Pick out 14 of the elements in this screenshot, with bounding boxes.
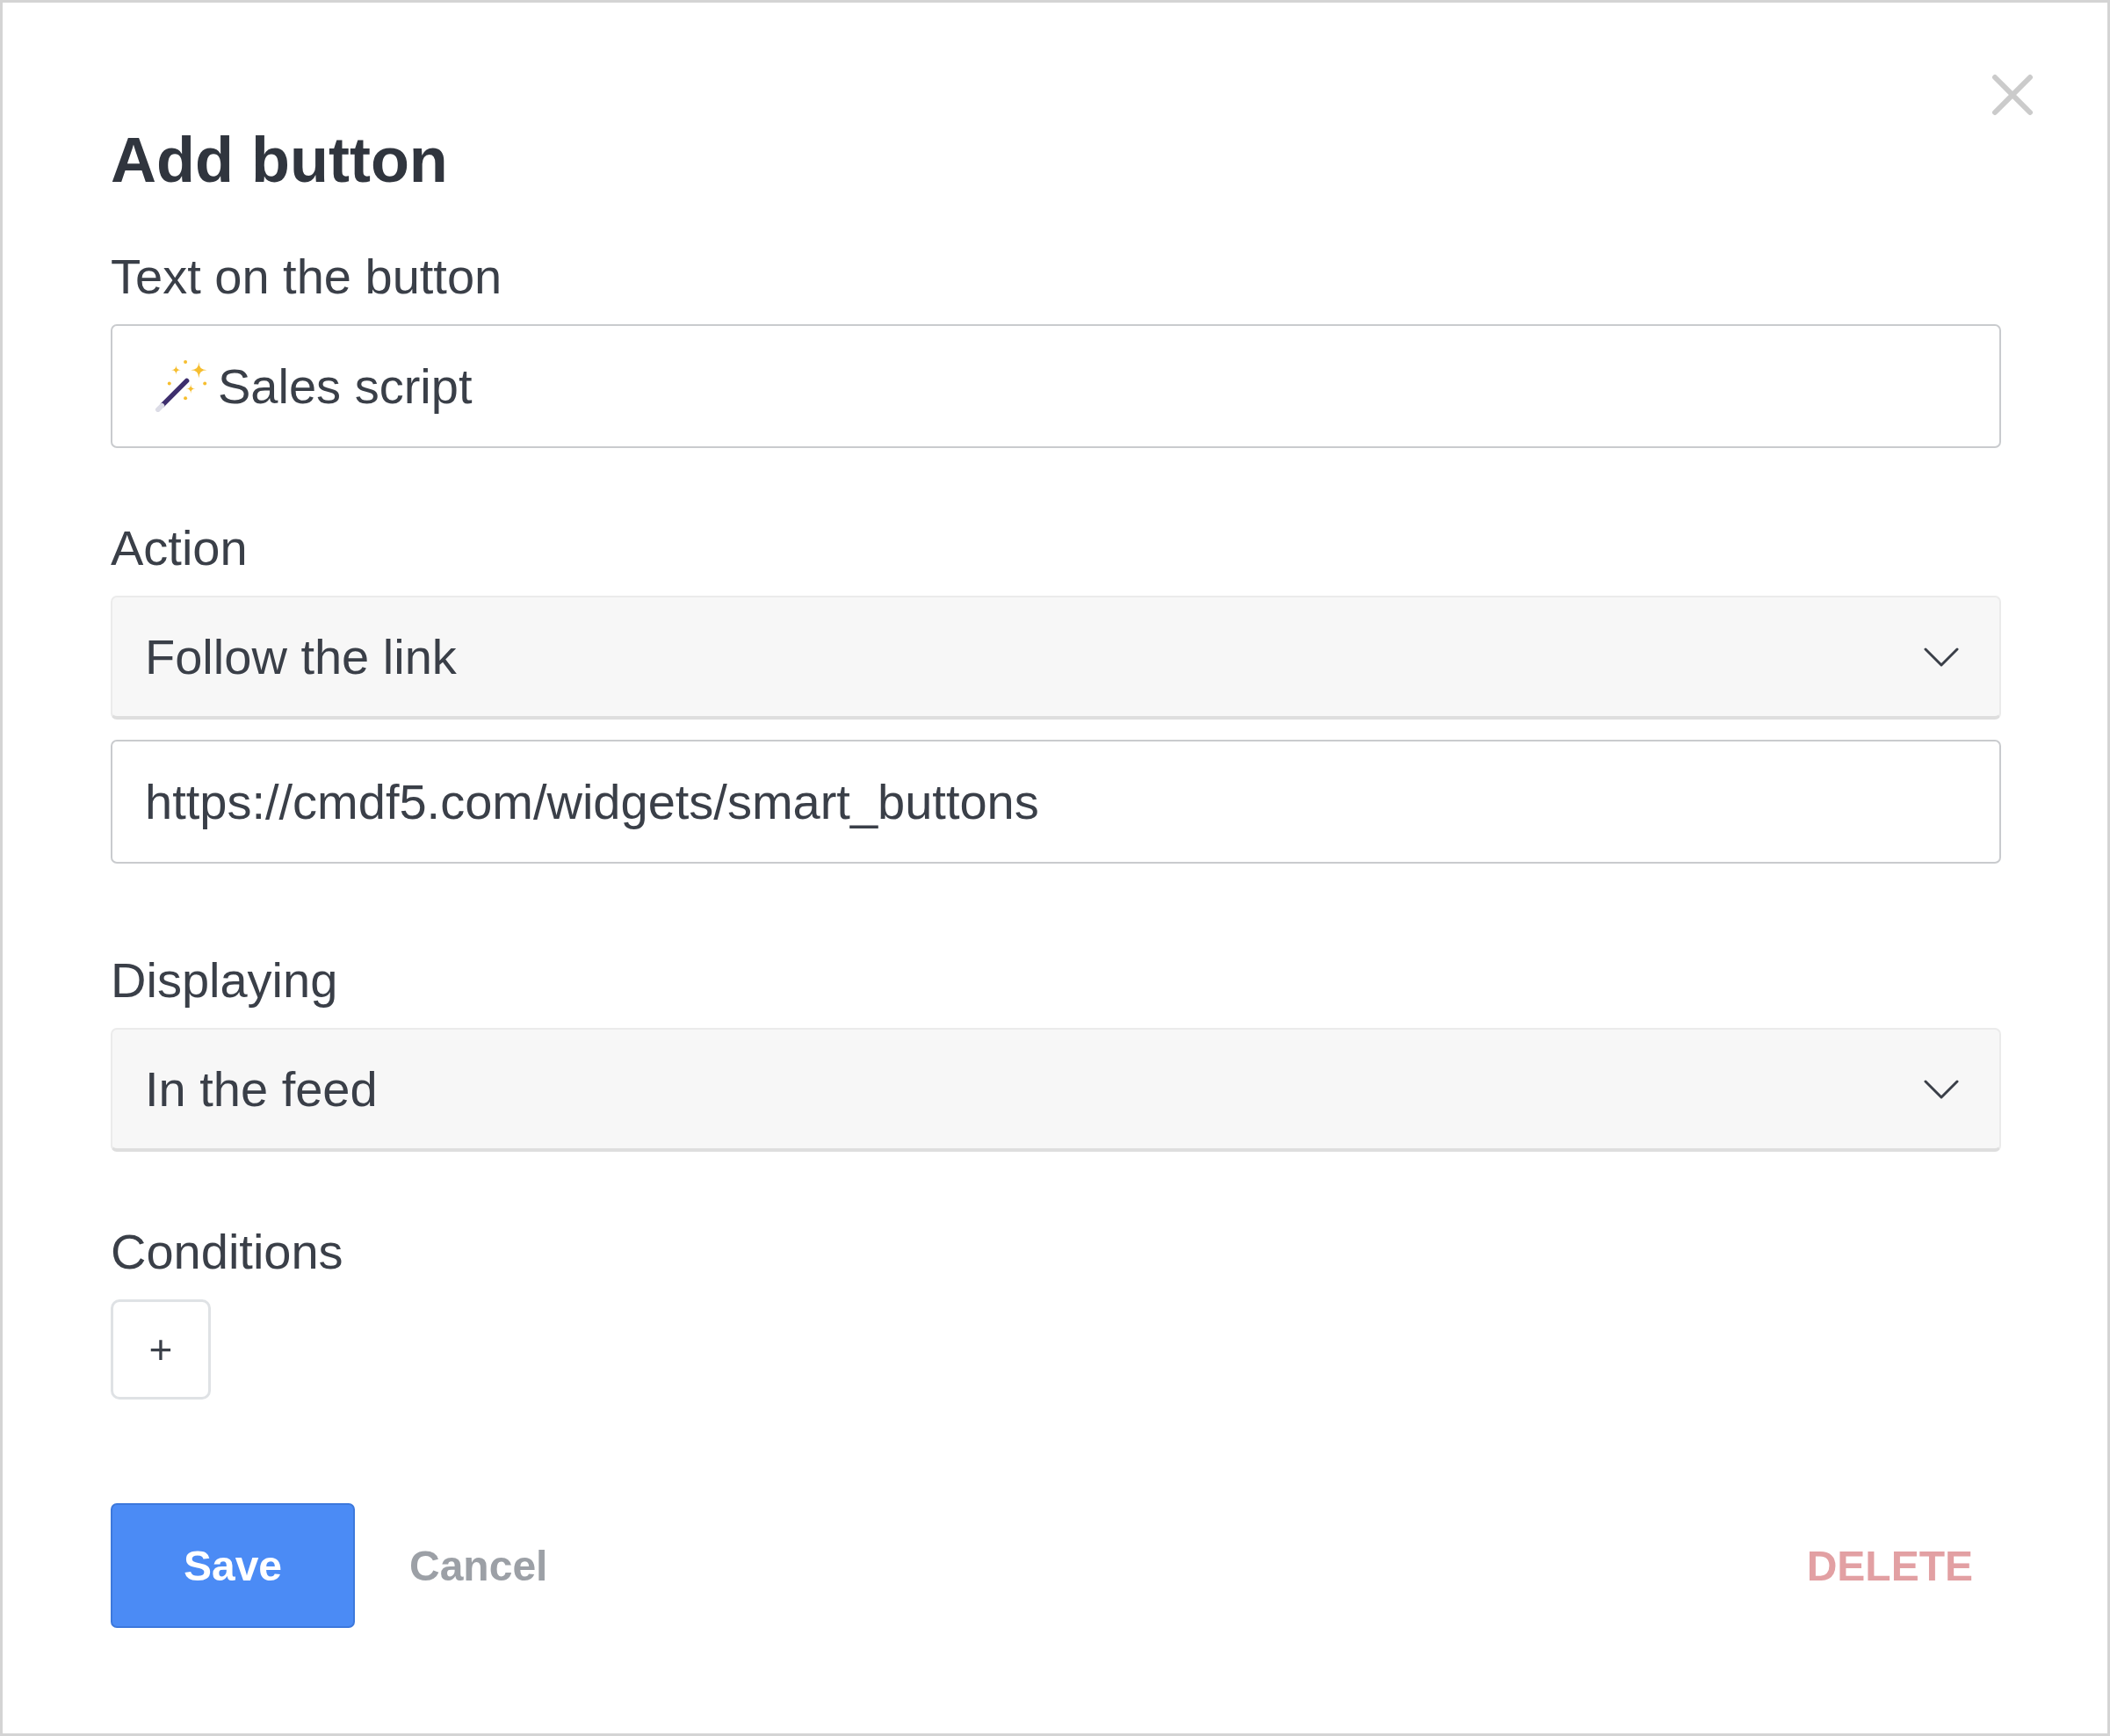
close-icon[interactable]: [1991, 74, 2034, 116]
add-condition-button[interactable]: +: [111, 1299, 211, 1400]
input-field[interactable]: https://cmdf5.com/widgets/smart_buttons: [111, 740, 2001, 864]
dropdown[interactable]: Follow the link: [111, 596, 2001, 720]
dropdown[interactable]: In the feed: [111, 1028, 2001, 1152]
dialog-title: Add button: [111, 124, 448, 197]
field-label: Action: [111, 519, 249, 577]
field-label: Conditions: [111, 1223, 344, 1281]
input-field[interactable]: Sales script: [111, 324, 2001, 448]
field-label: Text on the button: [111, 248, 503, 306]
magic-wand-icon: [155, 359, 208, 413]
chevron-down-icon: [1924, 1079, 1959, 1099]
chevron-down-icon: [1924, 647, 1959, 667]
field-label: Displaying: [111, 951, 339, 1009]
